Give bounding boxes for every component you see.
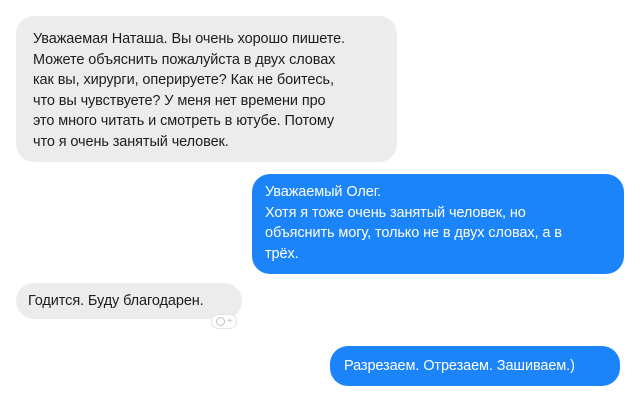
message-line: Годится. Буду благодарен. — [28, 293, 204, 309]
message-line: Разрезаем. Отрезаем. Зашиваем.) — [344, 358, 575, 374]
message-line: как вы, хирурги, оперируете? Как не боит… — [33, 72, 334, 88]
add-reaction-icon[interactable]: + — [211, 314, 237, 329]
chat-thread: Уважаемая Наташа. Вы очень хорошо пишете… — [0, 0, 640, 406]
message-line: Уважаемая Наташа. Вы очень хорошо пишете… — [33, 31, 345, 47]
message-line: что вы чувствуете? У меня нет времени пр… — [33, 92, 326, 109]
message-line: Хотя я тоже очень занятый человек, но — [265, 204, 526, 221]
message-line: трёх. — [265, 245, 299, 262]
outgoing-message[interactable]: Уважаемый Олег. Хотя я тоже очень заняты… — [252, 174, 624, 274]
message-line: что я очень занятый человек. — [33, 133, 229, 150]
message-line: объяснить могу, только не в двух словах,… — [265, 225, 562, 241]
incoming-message[interactable]: Уважаемая Наташа. Вы очень хорошо пишете… — [16, 16, 397, 162]
outgoing-message[interactable]: Разрезаем. Отрезаем. Зашиваем.) — [330, 346, 620, 386]
message-line: это много читать и смотреть в ютубе. Пот… — [33, 113, 335, 129]
plus-icon: + — [227, 316, 233, 327]
message-line: Уважаемый Олег. — [265, 184, 382, 200]
message-line: Можете объяснить пожалуйста в двух слова… — [33, 51, 336, 68]
smiley-icon — [216, 317, 225, 326]
incoming-message[interactable]: Годится. Буду благодарен. — [16, 283, 242, 319]
